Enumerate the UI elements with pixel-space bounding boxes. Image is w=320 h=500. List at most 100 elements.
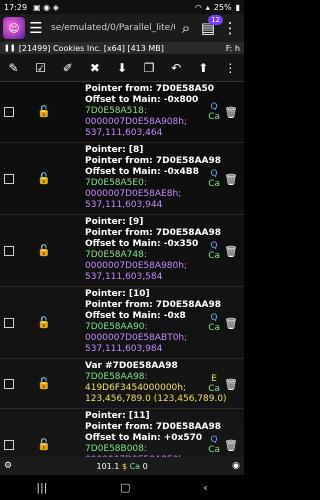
item-line: Pointer: [10]	[85, 289, 150, 299]
eye-icon[interactable]: ◉	[232, 461, 240, 471]
load-icon[interactable]: ⬇	[112, 58, 132, 78]
delete-item-icon[interactable]: 🗑	[224, 173, 238, 186]
gameguardian-app-icon[interactable]: ☺	[3, 17, 25, 39]
item-line: Pointer from: 7D0E58AA98	[85, 228, 222, 238]
item-line: Pointer: [9]	[85, 217, 144, 227]
item-line: Var #7D0E58AA98	[85, 361, 178, 371]
item-checkbox[interactable]	[4, 439, 14, 450]
item-line: 0000007D0E58AE8h;	[85, 189, 182, 199]
home-icon[interactable]: ▢	[120, 481, 130, 494]
type-flag-letter: E	[211, 373, 217, 384]
item-line: 7D0E58A5E0:	[85, 178, 147, 188]
freeze-lock-icon[interactable]: 🔓	[37, 377, 51, 390]
item-line: 537,111,603,984	[85, 344, 163, 354]
status-time: 17:29	[4, 2, 28, 12]
item-text: Pointer: [11] Pointer from: 7D0E58AA98 Off…	[85, 411, 244, 457]
type-flag-ca: Ca	[208, 250, 220, 261]
item-checkbox[interactable]	[4, 317, 14, 328]
item-line: Offset to Main: +0x570	[85, 433, 203, 443]
android-nav-bar: ||| ▢ ‹	[0, 475, 244, 500]
item-line: Offset to Main: -0x8	[85, 311, 186, 321]
list-item[interactable]: 🔓 Var #7D0E58AA98 7D0E58AA98: 419D6F3454000…	[0, 359, 244, 409]
item-line: Pointer from: 7D0E58A50	[85, 84, 215, 94]
item-text: Var #7D0E58AA98 7D0E58AA98: 419D6F34540000…	[85, 361, 244, 405]
item-line: 7D0E58A518:	[85, 106, 147, 116]
type-flag-letter: Q	[210, 434, 218, 445]
type-flag-ca: Ca	[208, 112, 220, 122]
item-line: Offset to Main: -0x350	[85, 239, 199, 249]
edit-selected-icon[interactable]: ✎	[4, 58, 24, 78]
item-checkbox[interactable]	[4, 173, 14, 184]
delete-icon[interactable]: ✖	[85, 58, 105, 78]
bottom-ca: Ca	[129, 461, 141, 471]
delete-item-icon[interactable]: 🗑	[224, 106, 238, 119]
item-text: Pointer: [9] Pointer from: 7D0E58AA98 Offs…	[85, 217, 244, 283]
type-flag-letter: Q	[210, 168, 218, 179]
list-item[interactable]: 🔓 Pointer: [8] Pointer from: 7D0E58AA98 Off…	[0, 143, 244, 215]
item-checkbox[interactable]	[4, 378, 14, 389]
freeze-lock-icon[interactable]: 🔓	[37, 172, 51, 185]
notification-icons: ▣ ◉ ◈	[33, 2, 59, 12]
more-menu-icon[interactable]: ⋮	[219, 17, 241, 39]
delete-item-icon[interactable]: 🗑	[224, 245, 238, 258]
freeze-lock-icon[interactable]: 🔓	[37, 438, 51, 451]
item-line: Pointer from: 7D0E58AA98	[85, 156, 222, 166]
type-flag-letter: Q	[210, 102, 218, 112]
bottom-count: 0	[142, 461, 148, 471]
item-line: 0000007D0E58A908h;	[85, 117, 187, 127]
undo-icon[interactable]: ↶	[166, 58, 186, 78]
top-toolbar: ☺ ☰ se/emulated/0/Parallel_lite/0/ ⌕ ▤ 12…	[0, 14, 244, 42]
copy-icon[interactable]: ❐	[139, 58, 159, 78]
type-flag-ca: Ca	[208, 383, 220, 394]
item-checkbox[interactable]	[4, 107, 14, 117]
bottom-status-bar: ⚙ 101.1 $ Ca 0 ◉	[0, 457, 244, 475]
delete-item-icon[interactable]: 🗑	[224, 378, 238, 391]
battery-percent: 25%	[213, 2, 232, 12]
list-item[interactable]: 🔓 Pointer from: 7D0E58A50 Offset to Main: …	[0, 82, 244, 143]
type-flag-ca: Ca	[208, 178, 220, 189]
saved-items-list: 🔓 Pointer from: 7D0E58A50 Offset to Main: …	[0, 82, 244, 457]
delete-item-icon[interactable]: 🗑	[224, 317, 238, 330]
battery-icon: ▮	[235, 2, 240, 12]
saved-list-icon[interactable]: ▤ 12	[197, 15, 223, 39]
item-line: Pointer from: 7D0E58AA98	[85, 300, 222, 310]
back-icon[interactable]: ‹	[203, 481, 207, 494]
settings-icon[interactable]: ⚙	[4, 461, 12, 471]
item-checkbox[interactable]	[4, 245, 14, 256]
type-flag: E Ca	[208, 374, 220, 394]
more-actions-icon[interactable]: ⋮	[220, 58, 240, 78]
item-line: 0000007D0E58A980h;	[85, 261, 187, 271]
freeze-lock-icon[interactable]: 🔓	[37, 244, 51, 257]
item-text: Pointer: [10] Pointer from: 7D0E58AA98 Off…	[85, 289, 244, 355]
item-line: 537,111,603,944	[85, 200, 163, 210]
freeze-lock-icon[interactable]: 🔓	[37, 105, 51, 118]
process-bar[interactable]: ❚❚ [21499] Cookies Inc. [x64] [413 MB] F…	[0, 42, 244, 54]
list-item[interactable]: 🔓 Pointer: [9] Pointer from: 7D0E58AA98 Off…	[0, 215, 244, 287]
export-icon[interactable]: ⬆	[193, 58, 213, 78]
list-item[interactable]: 🔓 Pointer: [11] Pointer from: 7D0E58AA98 Of…	[0, 409, 244, 457]
edit-value-icon[interactable]: ✐	[58, 58, 78, 78]
action-bar: ✎ ☑ ✐ ✖ ⬇ ❐ ↶ ⬆ ⋮	[0, 54, 244, 82]
item-line: 7D0E58A748:	[85, 250, 147, 260]
type-flag-ca: Ca	[208, 322, 220, 333]
filter-icon[interactable]: ☰	[25, 17, 47, 39]
process-label: [21499] Cookies Inc. [x64] [413 MB]	[18, 43, 164, 53]
item-line: 537,111,603,464	[85, 128, 163, 138]
type-flag: Q Ca	[208, 102, 220, 122]
type-flag-ca: Ca	[208, 444, 220, 455]
item-line: 0000007D0E58ABT0h;	[85, 333, 188, 343]
search-icon[interactable]: ⌕	[175, 17, 197, 39]
list-item[interactable]: 🔓 Pointer: [10] Pointer from: 7D0E58AA98 Of…	[0, 287, 244, 359]
type-flag: Q Ca	[208, 241, 220, 261]
item-line: 123,456,789.0 (123,456,789.0)	[85, 394, 227, 404]
item-line: 419D6F3454000000h;	[85, 383, 187, 393]
delete-item-icon[interactable]: 🗑	[224, 439, 238, 452]
select-all-icon[interactable]: ☑	[31, 58, 51, 78]
type-flag-letter: Q	[210, 240, 218, 251]
pause-icon[interactable]: ❚❚	[4, 44, 16, 52]
freeze-lock-icon[interactable]: 🔓	[37, 316, 51, 329]
type-flag: Q Ca	[208, 169, 220, 189]
wifi-icon: ◠	[194, 2, 202, 12]
status-bar: 17:29 ▣ ◉ ◈ ◠ ▴ 25% ▮	[0, 0, 244, 14]
recents-icon[interactable]: |||	[36, 481, 47, 494]
